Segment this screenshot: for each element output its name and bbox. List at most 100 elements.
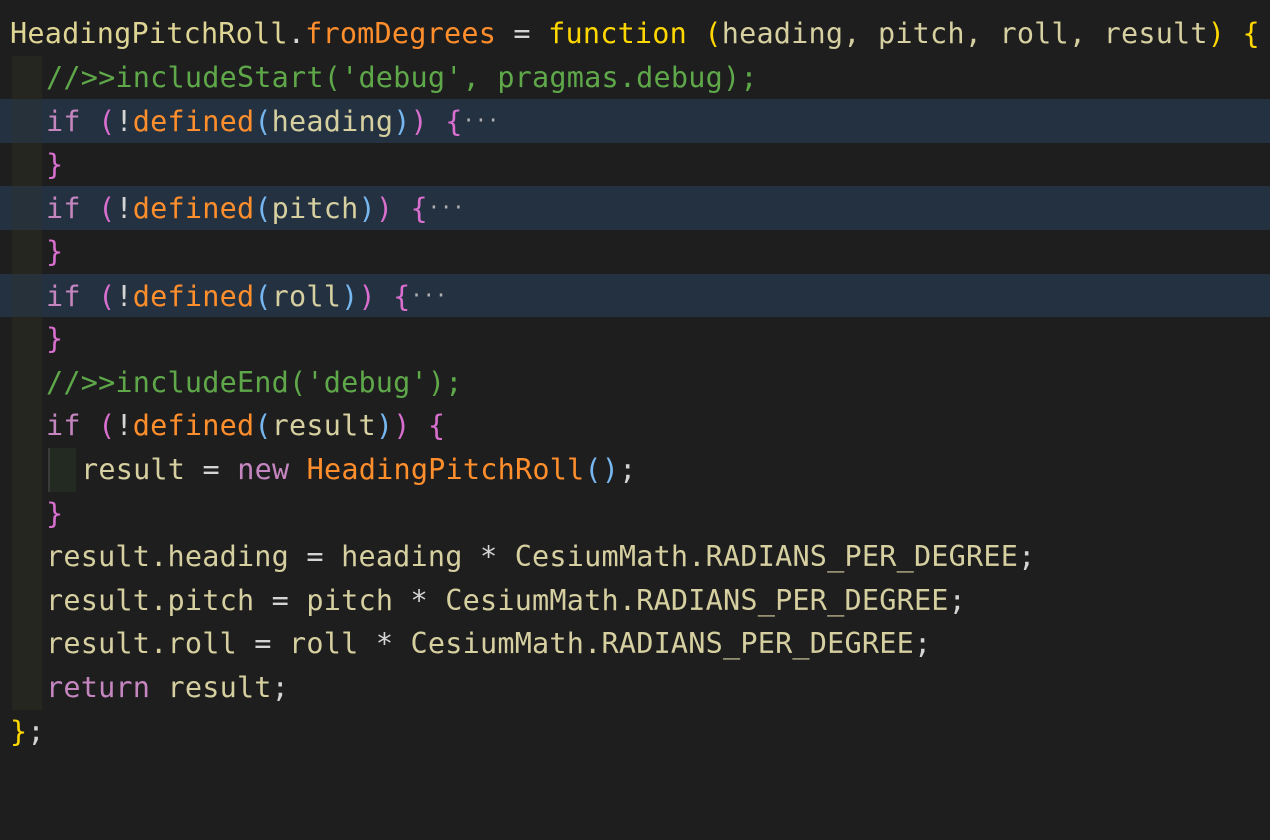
paren-token: ) bbox=[358, 279, 376, 313]
variable-token: result bbox=[81, 452, 186, 486]
property-access-token: result.heading bbox=[46, 540, 290, 574]
method-name-token: fromDegrees bbox=[305, 17, 497, 50]
code-text: result.roll = roll * CesiumMath.RADIANS_… bbox=[10, 622, 931, 666]
close-brace: } bbox=[46, 234, 64, 268]
paren-token: ) bbox=[341, 279, 359, 313]
code-line-1[interactable]: HeadingPitchRoll.fromDegrees = function … bbox=[0, 12, 1270, 56]
code-text: //>>includeEnd('debug'); bbox=[10, 361, 463, 405]
multiply-operator: * bbox=[358, 627, 411, 661]
paren-token: ) bbox=[393, 409, 411, 443]
not-operator: ! bbox=[115, 279, 133, 313]
defined-call: defined bbox=[132, 105, 255, 139]
multiply-operator: * bbox=[462, 540, 515, 574]
semicolon-token: ; bbox=[948, 583, 967, 617]
code-text: result.heading = heading * CesiumMath.RA… bbox=[10, 535, 1035, 579]
code-line-13[interactable]: result.heading = heading * CesiumMath.RA… bbox=[0, 535, 1270, 579]
constant-token: CesiumMath.RADIANS_PER_DEGREE bbox=[410, 627, 914, 661]
paren-token: ) bbox=[375, 192, 394, 226]
if-keyword: if bbox=[46, 279, 81, 313]
class-name-token: HeadingPitchRoll bbox=[10, 17, 288, 50]
open-brace: { bbox=[375, 279, 411, 313]
not-operator: ! bbox=[115, 192, 133, 226]
paren-token: ( bbox=[254, 105, 272, 139]
comment-token: //>>includeEnd('debug'); bbox=[46, 365, 463, 399]
code-text: //>>includeStart('debug', pragmas.debug)… bbox=[10, 56, 758, 100]
open-brace: { bbox=[1225, 17, 1260, 50]
code-line-2[interactable]: //>>includeStart('debug', pragmas.debug)… bbox=[0, 55, 1270, 100]
paren-token: ( bbox=[254, 192, 272, 226]
code-text: result.pitch = pitch * CesiumMath.RADIAN… bbox=[10, 579, 966, 623]
paren-token: ( bbox=[254, 409, 272, 443]
code-line-5-folded[interactable]: if (!defined(pitch)) {··· bbox=[0, 186, 1270, 230]
paren-token: ) bbox=[601, 452, 620, 486]
paren-token: ( bbox=[254, 279, 272, 313]
code-line-8[interactable]: } bbox=[0, 317, 1270, 361]
if-keyword: if bbox=[46, 409, 81, 443]
class-name-token: HeadingPitchRoll bbox=[306, 452, 585, 486]
paren-token: ( bbox=[98, 105, 116, 139]
open-paren: ( bbox=[704, 17, 722, 50]
semicolon-token: ; bbox=[271, 670, 290, 704]
code-line-9[interactable]: //>>includeEnd('debug'); bbox=[0, 360, 1270, 405]
comment-token: //>>includeStart('debug', pragmas.debug)… bbox=[46, 60, 758, 94]
open-brace: { bbox=[410, 409, 446, 443]
code-line-4[interactable]: } bbox=[0, 142, 1270, 187]
semicolon-token: ; bbox=[27, 714, 45, 748]
paren-token: ( bbox=[98, 409, 116, 443]
code-line-3-folded[interactable]: if (!defined(heading)) {··· bbox=[0, 99, 1270, 143]
not-operator: ! bbox=[115, 105, 133, 139]
close-brace: } bbox=[10, 714, 28, 748]
code-text: } bbox=[10, 230, 63, 274]
folded-ellipsis-icon[interactable]: ··· bbox=[463, 108, 500, 132]
paren-token: ( bbox=[98, 192, 116, 226]
close-brace: } bbox=[46, 147, 64, 181]
code-line-12[interactable]: } bbox=[0, 491, 1270, 536]
code-text: return result; bbox=[10, 666, 289, 710]
folded-ellipsis-icon[interactable]: ··· bbox=[411, 283, 448, 307]
code-line-7-folded[interactable]: if (!defined(roll)) {··· bbox=[0, 273, 1270, 319]
code-text: if (!defined(result)) { bbox=[10, 404, 445, 448]
argument-token: pitch bbox=[271, 192, 359, 226]
code-line-11[interactable]: result = new HeadingPitchRoll(); bbox=[0, 447, 1270, 492]
multiply-operator: * bbox=[393, 583, 446, 617]
code-text: if (!defined(roll)) {··· bbox=[10, 274, 447, 319]
variable-token: roll bbox=[289, 627, 359, 661]
variable-token: pitch bbox=[306, 583, 394, 617]
property-access-token: result.roll bbox=[46, 627, 237, 661]
code-line-16[interactable]: return result; bbox=[0, 665, 1270, 710]
paren-token: ) bbox=[393, 105, 411, 139]
code-line-17[interactable]: }; bbox=[0, 710, 1270, 754]
not-operator: ! bbox=[115, 409, 133, 443]
property-access-token: result.pitch bbox=[46, 583, 255, 617]
code-line-10[interactable]: if (!defined(result)) { bbox=[0, 404, 1270, 448]
close-paren: ) bbox=[1207, 17, 1226, 50]
argument-token: heading bbox=[271, 105, 394, 139]
assign-token: = bbox=[254, 583, 307, 617]
code-line-6[interactable]: } bbox=[0, 229, 1270, 274]
folded-ellipsis-icon[interactable]: ··· bbox=[428, 195, 465, 219]
code-text: if (!defined(pitch)) {··· bbox=[10, 186, 465, 231]
assign-token: = bbox=[236, 627, 290, 661]
argument-token: roll bbox=[271, 279, 342, 313]
semicolon-token: ; bbox=[913, 627, 932, 661]
code-text: } bbox=[10, 492, 63, 536]
paren-token: ) bbox=[375, 409, 394, 443]
if-keyword: if bbox=[46, 105, 81, 139]
dot-token: . bbox=[287, 17, 306, 50]
code-line-14[interactable]: result.pitch = pitch * CesiumMath.RADIAN… bbox=[0, 578, 1270, 623]
return-keyword: return bbox=[46, 670, 151, 704]
assign-token: = bbox=[185, 452, 238, 486]
semicolon-token: ; bbox=[1018, 540, 1036, 574]
code-text: } bbox=[10, 317, 63, 361]
code-line-15[interactable]: result.roll = roll * CesiumMath.RADIANS_… bbox=[0, 622, 1270, 666]
code-editor[interactable]: HeadingPitchRoll.fromDegrees = function … bbox=[0, 12, 1270, 753]
code-text: }; bbox=[10, 710, 45, 754]
assign-token: = bbox=[496, 17, 549, 50]
